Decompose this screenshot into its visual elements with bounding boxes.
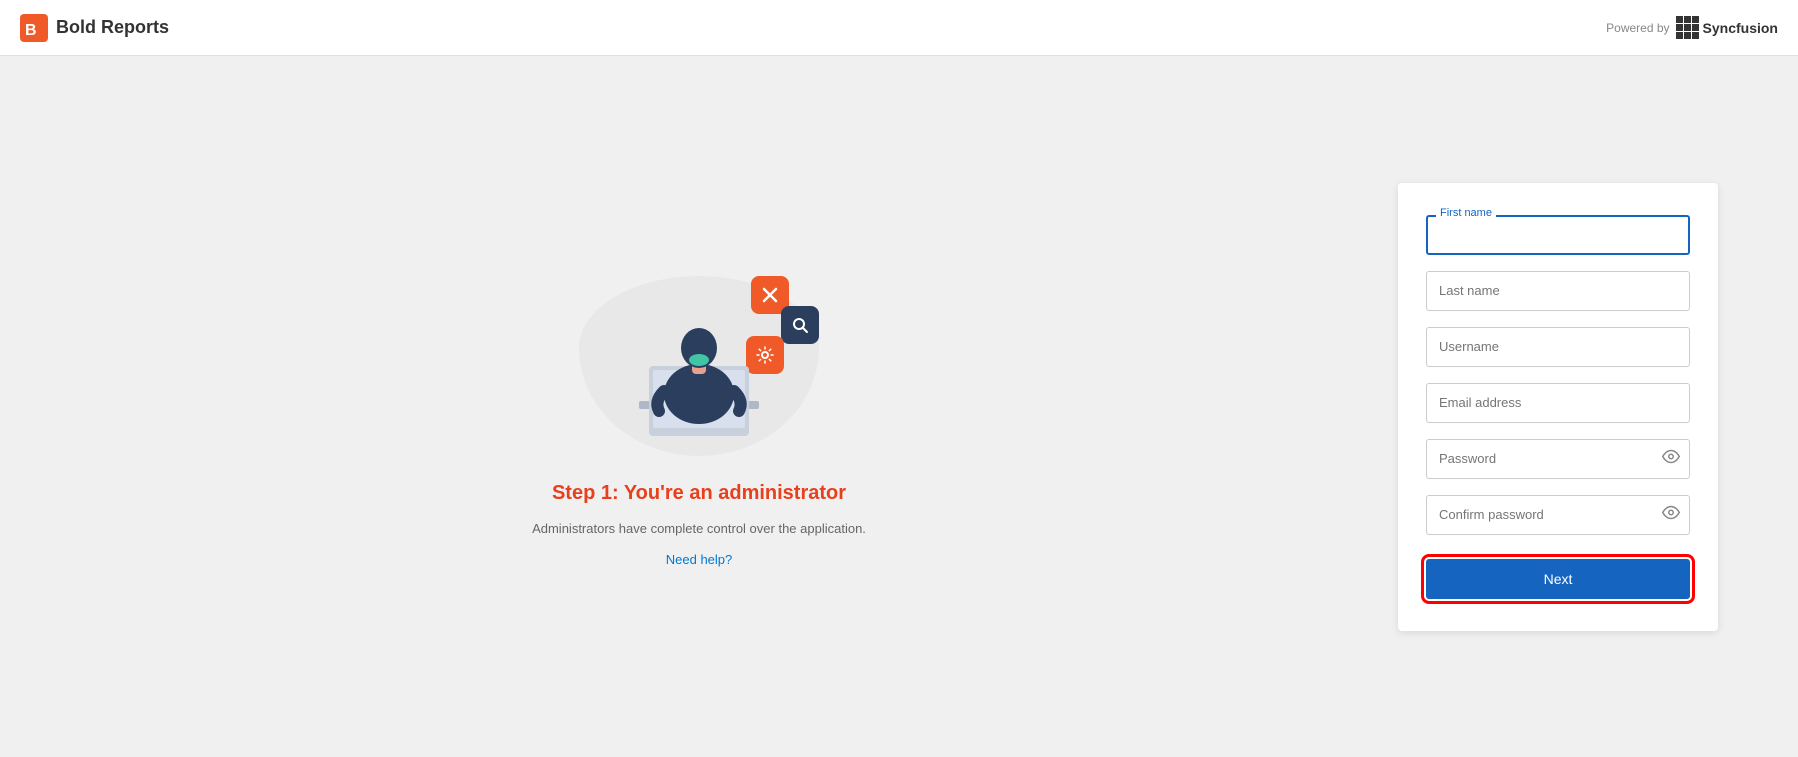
confirm-password-group xyxy=(1426,495,1690,535)
logo-area: B Bold Reports xyxy=(20,14,169,42)
need-help-link[interactable]: Need help? xyxy=(666,552,733,567)
last-name-input[interactable] xyxy=(1426,271,1690,311)
confirm-password-input[interactable] xyxy=(1426,495,1690,535)
syncfusion-logo: Syncfusion xyxy=(1676,16,1778,39)
email-input[interactable] xyxy=(1426,383,1690,423)
password-eye-icon[interactable] xyxy=(1662,447,1680,470)
password-group xyxy=(1426,439,1690,479)
username-input[interactable] xyxy=(1426,327,1690,367)
form-card: First name xyxy=(1398,183,1718,631)
next-button[interactable]: Next xyxy=(1426,559,1690,599)
step-description: Administrators have complete control ove… xyxy=(532,521,866,536)
confirm-password-eye-icon[interactable] xyxy=(1662,503,1680,526)
first-name-label: First name xyxy=(1436,207,1496,219)
person-illustration xyxy=(609,286,789,456)
username-group xyxy=(1426,327,1690,367)
syncfusion-text: Syncfusion xyxy=(1703,20,1778,36)
left-panel: Step 1: You're an administrator Administ… xyxy=(0,56,1398,757)
first-name-input[interactable] xyxy=(1426,215,1690,255)
illustration-area: Step 1: You're an administrator Administ… xyxy=(532,246,866,567)
right-panel: First name xyxy=(1398,56,1798,757)
password-input[interactable] xyxy=(1426,439,1690,479)
logo-text: Bold Reports xyxy=(56,17,169,38)
main-content: Step 1: You're an administrator Administ… xyxy=(0,56,1798,757)
svg-text:B: B xyxy=(25,22,37,39)
powered-by-area: Powered by Syncfusion xyxy=(1606,16,1778,39)
syncfusion-grid-icon xyxy=(1676,16,1699,39)
header: B Bold Reports Powered by Syncfusion xyxy=(0,0,1798,56)
email-group xyxy=(1426,383,1690,423)
step-title: Step 1: You're an administrator xyxy=(552,482,846,505)
illustration-container xyxy=(559,246,839,466)
first-name-group: First name xyxy=(1426,215,1690,255)
bold-reports-logo-icon: B xyxy=(20,14,48,42)
last-name-group xyxy=(1426,271,1690,311)
powered-by-text: Powered by xyxy=(1606,21,1669,35)
